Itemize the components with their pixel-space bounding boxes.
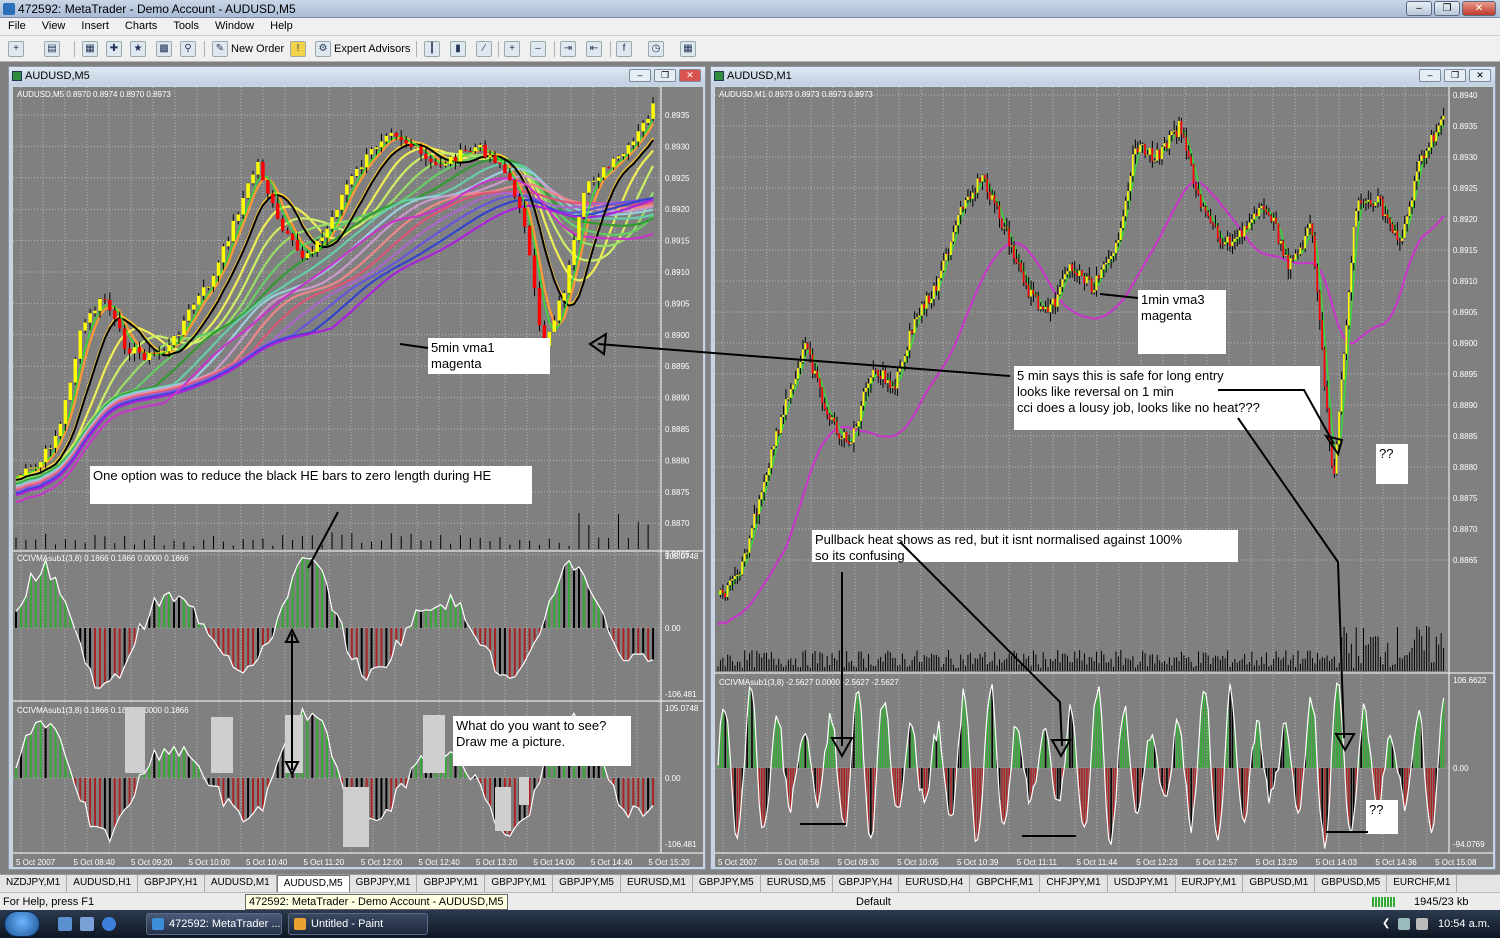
periods-icon[interactable]: ◷ bbox=[648, 41, 664, 57]
auto-scroll-icon[interactable]: ⇥ bbox=[560, 41, 576, 57]
status-help: For Help, press F1 bbox=[3, 896, 95, 908]
chart-tab[interactable]: GBPJPY,M5 bbox=[693, 875, 761, 892]
arrow-pullback-2 bbox=[899, 541, 1063, 747]
status-tooltip: 472592: MetaTrader - Demo Account - AUDU… bbox=[245, 894, 508, 910]
line-chart-icon[interactable]: ∕ bbox=[476, 41, 492, 57]
menu-help[interactable]: Help bbox=[262, 18, 301, 35]
title-bar: 472592: MetaTrader - Demo Account - AUDU… bbox=[0, 0, 1500, 18]
annotation-arrows bbox=[284, 293, 1368, 837]
arrow-vma1 bbox=[399, 343, 429, 349]
new-order-button[interactable]: ✎ New Order bbox=[212, 40, 284, 58]
taskbar: 472592: MetaTrader ... Untitled - Paint … bbox=[0, 910, 1500, 938]
metatrader-task-icon bbox=[152, 918, 164, 930]
bar-chart-icon[interactable]: ┃ bbox=[424, 41, 440, 57]
restore-button[interactable]: ❐ bbox=[1434, 1, 1460, 16]
taskbar-paint[interactable]: Untitled - Paint bbox=[288, 913, 428, 935]
chart-tab[interactable]: AUDUSD,M5 bbox=[276, 875, 350, 892]
chart-tab[interactable]: USDJPY,M1 bbox=[1108, 875, 1176, 892]
zoom-in-icon[interactable]: + bbox=[504, 41, 520, 57]
tray-chevron-icon[interactable]: ❮ bbox=[1382, 918, 1390, 929]
arrow-option bbox=[307, 511, 339, 569]
navigator-icon[interactable]: ★ bbox=[130, 41, 146, 57]
templates-icon[interactable]: ▦ bbox=[680, 41, 696, 57]
switch-windows-icon[interactable] bbox=[80, 917, 94, 931]
clock[interactable]: 10:54 a.m. bbox=[1438, 918, 1490, 930]
tester-icon[interactable]: ⚲ bbox=[180, 41, 196, 57]
chart-tab[interactable]: GBPUSD,M1 bbox=[1243, 875, 1316, 892]
minimize-button[interactable]: – bbox=[1406, 1, 1432, 16]
network-tray-icon[interactable] bbox=[1398, 918, 1410, 930]
terminal-icon[interactable]: ▩ bbox=[156, 41, 172, 57]
status-profile: Default bbox=[856, 896, 891, 908]
status-bar: For Help, press F1 472592: MetaTrader - … bbox=[0, 892, 1500, 910]
arrow-safe-to-m1 bbox=[1218, 389, 1335, 445]
chart-tab[interactable]: EURUSD,H4 bbox=[899, 875, 971, 892]
window-title: 472592: MetaTrader - Demo Account - AUDU… bbox=[18, 2, 296, 16]
menu-bar: File View Insert Charts Tools Window Hel… bbox=[0, 18, 1500, 36]
toolbar: + ▤ ▦ ✚ ★ ▩ ⚲ ✎ New Order ! ⚙ Expert Advis… bbox=[0, 36, 1500, 62]
chart-tab[interactable]: EURCHF,M1 bbox=[1387, 875, 1458, 892]
chart-tab[interactable]: EURJPY,M1 bbox=[1176, 875, 1244, 892]
task-label: 472592: MetaTrader ... bbox=[169, 918, 281, 930]
taskbar-metatrader[interactable]: 472592: MetaTrader ... bbox=[146, 913, 282, 935]
chart-tab[interactable]: GBPJPY,M1 bbox=[350, 875, 418, 892]
chart-tab[interactable]: GBPCHF,M1 bbox=[970, 875, 1041, 892]
arrowhead bbox=[1323, 434, 1344, 457]
market-watch-icon[interactable]: ▦ bbox=[82, 41, 98, 57]
mdi-area: AUDUSD,M5 – ❐ ✕ 0.8935 0.8930 0.8925 0.8920… bbox=[0, 62, 1500, 874]
new-order-icon: ✎ bbox=[212, 41, 228, 57]
menu-file[interactable]: File bbox=[0, 18, 34, 35]
expert-advisors-button[interactable]: ⚙ Expert Advisors bbox=[315, 40, 410, 58]
internet-explorer-icon[interactable] bbox=[102, 917, 116, 931]
chart-tab[interactable]: NZDJPY,M1 bbox=[0, 875, 68, 892]
chart-tab[interactable]: CHFJPY,M1 bbox=[1040, 875, 1108, 892]
indicators-icon[interactable]: f bbox=[616, 41, 632, 57]
chart-tab[interactable]: AUDUSD,H1 bbox=[67, 875, 139, 892]
connection-indicator-icon bbox=[1372, 897, 1396, 907]
chart-tab[interactable]: GBPJPY,M1 bbox=[417, 875, 486, 892]
chart-tab[interactable]: GBPJPY,H4 bbox=[833, 875, 900, 892]
menu-tools[interactable]: Tools bbox=[165, 18, 207, 35]
chart-tab[interactable]: GBPUSD,M5 bbox=[1315, 875, 1388, 892]
task-label: Untitled - Paint bbox=[311, 918, 384, 930]
start-button-icon[interactable] bbox=[4, 911, 40, 937]
close-button[interactable]: ✕ bbox=[1462, 1, 1496, 16]
arrow-safe-to-cci bbox=[1237, 417, 1345, 739]
chart-tabs: NZDJPY,M1 AUDUSD,H1 GBPJPY,H1 AUDUSD,M1 AUDU… bbox=[0, 874, 1500, 892]
new-order-label: New Order bbox=[231, 43, 285, 55]
chart-tab[interactable]: EURUSD,M5 bbox=[761, 875, 833, 892]
chart-tab[interactable]: GBPJPY,M1 bbox=[485, 875, 554, 892]
menu-view[interactable]: View bbox=[34, 18, 74, 35]
chart-tab[interactable]: EURUSD,M1 bbox=[621, 875, 693, 892]
chart-tab[interactable]: GBPJPY,M5 bbox=[553, 875, 621, 892]
volume-tray-icon[interactable] bbox=[1416, 918, 1428, 930]
chart-tab[interactable]: AUDUSD,M1 bbox=[205, 875, 277, 892]
menu-window[interactable]: Window bbox=[207, 18, 262, 35]
zoom-out-icon[interactable]: – bbox=[530, 41, 546, 57]
expert-advisors-icon: ⚙ bbox=[315, 41, 331, 57]
chart-tab[interactable]: GBPJPY,H1 bbox=[138, 875, 205, 892]
show-desktop-icon[interactable] bbox=[58, 917, 72, 931]
profiles-icon[interactable]: ▤ bbox=[44, 41, 60, 57]
status-traffic: 1945/23 kb bbox=[1414, 896, 1469, 908]
expert-advisors-label: Expert Advisors bbox=[334, 43, 411, 55]
menu-charts[interactable]: Charts bbox=[117, 18, 165, 35]
arrow-safe-to-m5 bbox=[597, 343, 1011, 377]
menu-insert[interactable]: Insert bbox=[73, 18, 117, 35]
candlestick-icon[interactable]: ▮ bbox=[450, 41, 466, 57]
metatrader-icon bbox=[3, 3, 15, 15]
data-window-icon[interactable]: ✚ bbox=[106, 41, 122, 57]
experts-toggle-icon[interactable]: ! bbox=[290, 41, 306, 57]
paint-task-icon bbox=[294, 918, 306, 930]
new-chart-icon[interactable]: + bbox=[8, 41, 24, 57]
arrowhead bbox=[1334, 733, 1356, 753]
arrow-vma3 bbox=[1099, 293, 1139, 299]
chart-shift-icon[interactable]: ⇤ bbox=[586, 41, 602, 57]
